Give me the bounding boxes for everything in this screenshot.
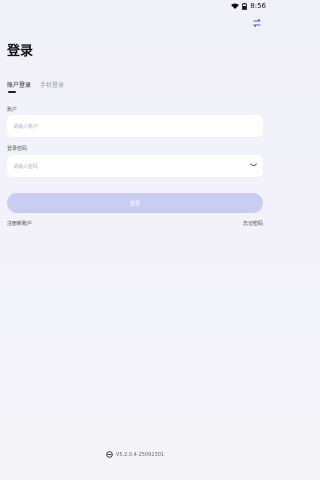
app-logo-icon [106, 451, 113, 458]
password-placeholder: 请输入密码 [13, 163, 39, 170]
tab-phone-login[interactable]: 手机登录 [40, 80, 64, 89]
account-placeholder: 请输入账户 [13, 123, 39, 130]
eye-closed-icon[interactable] [250, 163, 257, 168]
password-label: 登录密码 [7, 146, 28, 152]
login-tabs: 账户登录 手机登录 [7, 80, 64, 89]
wifi-icon [231, 3, 240, 9]
active-tab-indicator [8, 91, 16, 93]
account-input[interactable]: 请输入账户 [7, 115, 263, 137]
page-title: 登录 [7, 44, 34, 59]
register-link[interactable]: 注册新账户 [7, 220, 32, 227]
status-time: 8:56 [250, 2, 266, 10]
password-input[interactable]: 请输入密码 [7, 155, 263, 177]
version-info: V5.2.0.4-25092301 [0, 451, 270, 458]
server-switch-icon[interactable] [251, 17, 263, 29]
battery-icon [242, 2, 248, 10]
version-text: V5.2.0.4-25092301 [115, 451, 165, 458]
forgot-password-link[interactable]: 忘记密码 [243, 220, 263, 227]
login-button[interactable]: 登录 [7, 193, 263, 213]
status-bar: 8:56 [0, 0, 270, 12]
tab-account-login[interactable]: 账户登录 [7, 80, 31, 89]
account-label: 账户 [7, 107, 18, 113]
